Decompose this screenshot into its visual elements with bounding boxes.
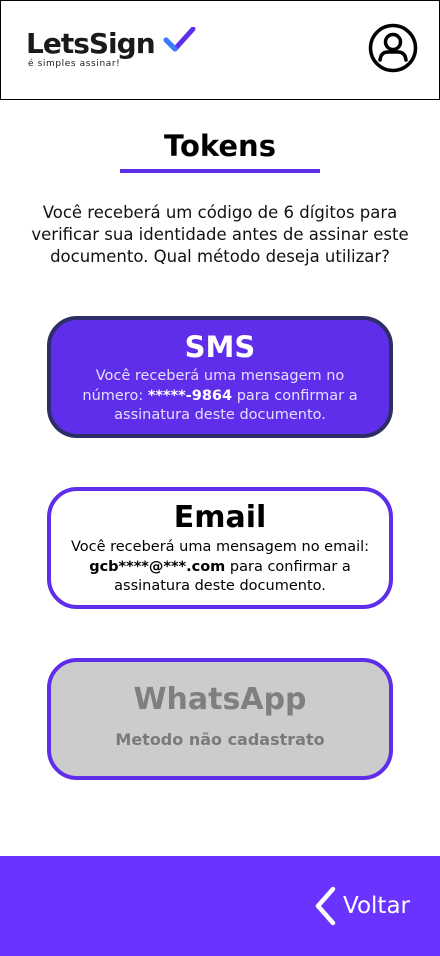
title-underline — [120, 169, 320, 173]
user-circle-icon — [368, 23, 418, 73]
chevron-left-icon — [315, 886, 336, 926]
page-title: Tokens — [164, 129, 276, 163]
masked-phone: *****-9864 — [147, 387, 233, 404]
masked-email: gcb****@***.com — [89, 558, 226, 575]
email-option-description: Você receberá uma mensagem no email: gcb… — [70, 539, 370, 594]
logo-text: LetsSign — [26, 27, 156, 60]
app-header: LetsSign é simples assinar! — [0, 0, 440, 100]
check-icon — [163, 27, 196, 52]
whatsapp-option-button: WhatsApp Metodo não cadastrato — [47, 658, 393, 780]
intro-text: Você receberá um código de 6 dígitos par… — [31, 203, 409, 266]
whatsapp-option-title: WhatsApp — [133, 682, 307, 717]
email-option-button[interactable]: Email Você receberá uma mensagem no emai… — [47, 487, 393, 609]
footer-bar: Voltar — [0, 856, 440, 956]
whatsapp-option-status: Metodo não cadastrato — [115, 730, 325, 749]
back-button-label: Voltar — [343, 893, 410, 919]
sms-option-button[interactable]: SMS Você receberá uma mensagem no número… — [47, 316, 393, 438]
email-option-title: Email — [173, 500, 267, 535]
letssign-logo[interactable]: LetsSign é simples assinar! — [26, 27, 196, 69]
profile-button[interactable] — [368, 23, 418, 73]
sms-option-title: SMS — [184, 330, 256, 364]
back-button[interactable]: Voltar — [313, 886, 410, 926]
sms-option-description: Você receberá uma mensagem no número: **… — [82, 368, 358, 423]
